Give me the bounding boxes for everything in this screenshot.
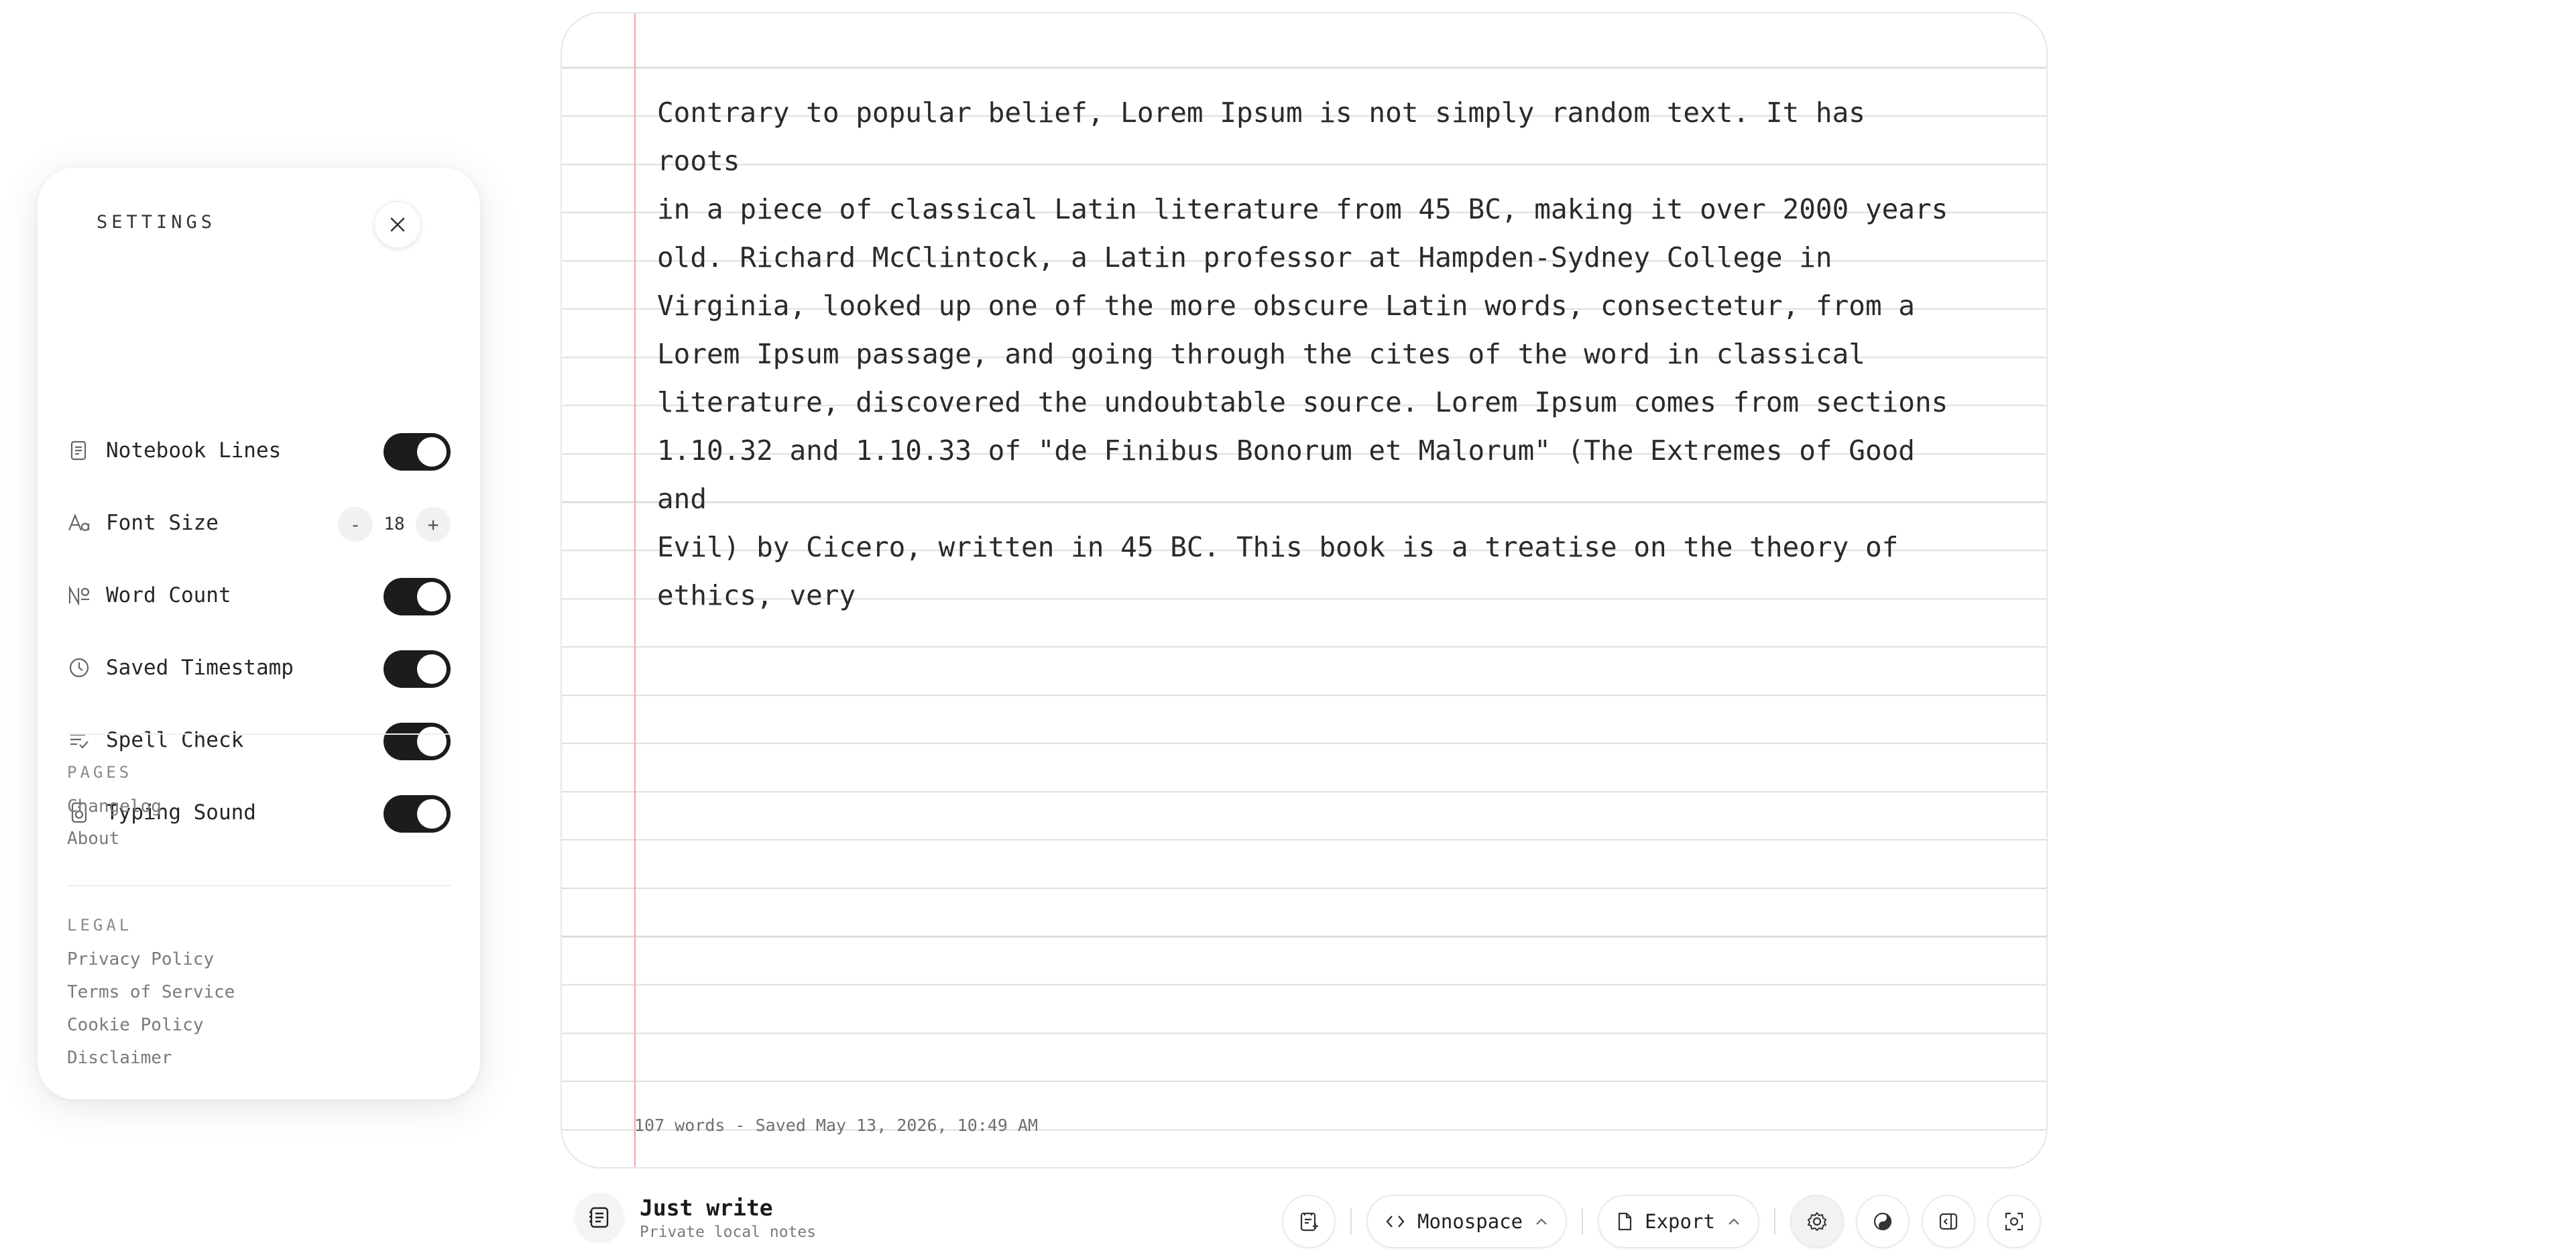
- settings-title: SETTINGS: [97, 212, 217, 233]
- new-note-button[interactable]: [1282, 1195, 1336, 1248]
- setting-label: Spell Check: [106, 728, 244, 752]
- word-count-toggle[interactable]: [384, 578, 451, 615]
- settings-divider: [67, 733, 451, 735]
- setting-label: Font Size: [106, 511, 219, 535]
- toolbar-separator: [1773, 1208, 1775, 1235]
- chevron-up-icon: [1535, 1217, 1548, 1226]
- setting-spell-check: Spell Check: [67, 720, 451, 760]
- pages-heading: PAGES: [67, 763, 133, 782]
- settings-panel: SETTINGS Notebook Lines Font Size - 18 +: [38, 168, 480, 1099]
- bottom-toolbar: Monospace Export: [1282, 1193, 2041, 1250]
- export-dropdown[interactable]: Export: [1598, 1195, 1759, 1248]
- sidebar-toggle-button[interactable]: [1921, 1195, 1975, 1248]
- sidebar-icon: [1938, 1211, 1958, 1232]
- disclaimer-link[interactable]: Disclaimer: [67, 1048, 172, 1068]
- theme-toggle-button[interactable]: [1855, 1195, 1910, 1248]
- font-family-label: Monospace: [1417, 1210, 1523, 1233]
- notebook-page: Contrary to popular belief, Lorem Ipsum …: [561, 12, 2048, 1169]
- chevron-up-icon: [1727, 1217, 1741, 1226]
- font-size-increase-button[interactable]: +: [416, 507, 451, 542]
- number-sign-icon: [67, 583, 91, 607]
- brand: Just write Private local notes: [575, 1193, 816, 1242]
- toggle-knob: [417, 654, 447, 684]
- legal-heading: LEGAL: [67, 916, 133, 935]
- spell-check-icon: [67, 728, 91, 752]
- terms-of-service-link[interactable]: Terms of Service: [67, 982, 235, 1002]
- privacy-policy-link[interactable]: Privacy Policy: [67, 949, 214, 969]
- font-size-icon: [67, 511, 91, 535]
- changelog-link[interactable]: Changelog: [67, 796, 162, 817]
- brand-text: Just write Private local notes: [640, 1195, 816, 1241]
- export-label: Export: [1645, 1210, 1715, 1233]
- word-count-status: 107 words - Saved May 13, 2026, 10:49 AM: [634, 1116, 1039, 1135]
- spell-check-toggle[interactable]: [384, 723, 451, 760]
- setting-word-count: Word Count: [67, 575, 451, 615]
- close-icon: [389, 216, 406, 233]
- settings-divider: [67, 885, 451, 886]
- font-size-decrease-button[interactable]: -: [338, 507, 373, 542]
- saved-timestamp-toggle[interactable]: [384, 650, 451, 688]
- notebook-lines-toggle[interactable]: [384, 433, 451, 471]
- settings-header: SETTINGS: [67, 168, 451, 282]
- code-icon: [1385, 1214, 1405, 1229]
- toolbar-separator: [1350, 1208, 1352, 1235]
- font-size-stepper: - 18 +: [338, 507, 451, 542]
- cookie-policy-link[interactable]: Cookie Policy: [67, 1015, 204, 1035]
- app-name: Just write: [640, 1194, 773, 1221]
- note-editor[interactable]: Contrary to popular belief, Lorem Ipsum …: [657, 88, 1958, 619]
- new-note-icon: [1298, 1210, 1320, 1233]
- toggle-knob: [417, 727, 447, 756]
- toggle-knob: [417, 437, 447, 467]
- focus-mode-button[interactable]: [1987, 1195, 2041, 1248]
- app-subtitle: Private local notes: [640, 1223, 817, 1241]
- font-family-dropdown[interactable]: Monospace: [1366, 1195, 1568, 1248]
- toggle-knob: [417, 799, 447, 829]
- setting-label: Word Count: [106, 583, 231, 607]
- about-link[interactable]: About: [67, 829, 119, 849]
- font-size-value: 18: [384, 514, 405, 534]
- app-logo-icon[interactable]: [575, 1193, 624, 1242]
- settings-button[interactable]: [1790, 1195, 1844, 1248]
- notebook-margin-line: [634, 13, 636, 1167]
- setting-font-size: Font Size - 18 +: [67, 503, 451, 543]
- typing-sound-toggle[interactable]: [384, 795, 451, 833]
- toggle-knob: [417, 582, 447, 611]
- setting-notebook-lines: Notebook Lines: [67, 430, 451, 471]
- file-icon: [1617, 1212, 1633, 1231]
- gear-icon: [1806, 1211, 1828, 1232]
- toolbar-separator: [1582, 1208, 1584, 1235]
- setting-label: Notebook Lines: [106, 438, 282, 463]
- clock-icon: [67, 656, 91, 680]
- close-settings-button[interactable]: [374, 201, 421, 248]
- setting-label: Saved Timestamp: [106, 656, 294, 680]
- focus-icon: [2003, 1211, 2025, 1232]
- notebook-icon: [67, 438, 91, 463]
- setting-saved-timestamp: Saved Timestamp: [67, 648, 451, 688]
- theme-icon: [1872, 1211, 1893, 1232]
